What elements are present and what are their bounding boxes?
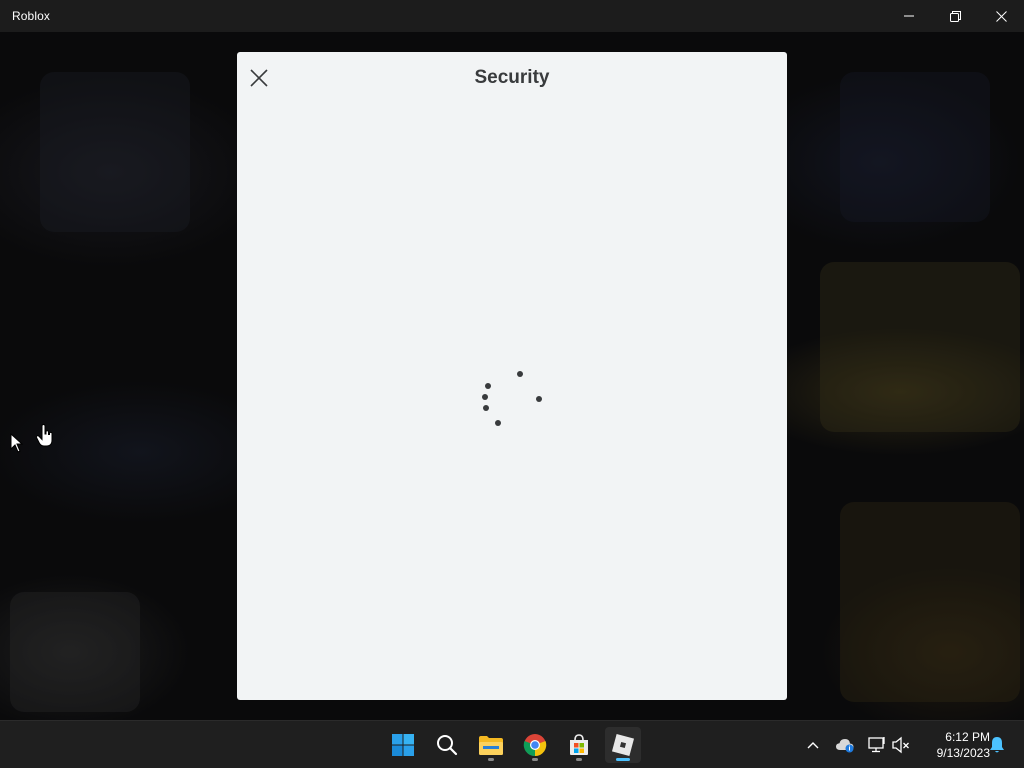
start-button[interactable] [385,727,421,763]
restore-button[interactable] [932,0,978,32]
chevron-up-icon [807,742,819,749]
store-icon [570,734,588,755]
spinner-dot [485,383,491,389]
speaker-muted-icon [892,736,909,754]
clock-time: 6:12 PM [945,730,990,744]
minimize-button[interactable] [886,0,932,32]
folder-icon [479,736,503,755]
close-icon [995,10,1007,22]
chrome-icon [523,734,547,757]
show-hidden-icons-button[interactable] [801,733,825,757]
taskbar: 6:12 PM 9/13/2023 [0,720,1024,768]
bell-icon [990,737,1004,753]
title-bar: Roblox [0,0,1024,32]
search-button[interactable] [429,727,465,763]
roblox-taskbar-button[interactable] [605,727,641,763]
hand-cursor-icon [35,424,53,447]
spinner-dot [482,394,488,400]
running-indicator [488,758,494,761]
spinner-dot [483,405,489,411]
volume-tray-button[interactable] [889,733,913,757]
network-tray-button[interactable] [865,733,889,757]
roblox-icon [611,733,635,757]
clock-date: 9/13/2023 [936,746,990,760]
running-indicator [532,758,538,761]
close-window-button[interactable] [978,0,1024,32]
spinner-dot [536,396,542,402]
spinner-dot [495,420,501,426]
microsoft-store-button[interactable] [561,727,597,763]
spinner-dot [517,371,523,377]
active-indicator [616,758,630,761]
onedrive-tray-button[interactable] [833,733,857,757]
security-dialog: Security [237,52,787,700]
window-title: Roblox [12,9,50,23]
windows-logo-icon [392,734,414,756]
network-icon [868,737,885,753]
system-clock[interactable]: 6:12 PM 9/13/2023 [916,729,990,761]
cloud-icon [836,739,854,753]
pointer-cursor-icon [10,433,24,453]
search-icon [437,735,458,756]
dialog-title: Security [474,67,550,88]
notifications-button[interactable] [985,733,1009,757]
chrome-button[interactable] [517,727,553,763]
roblox-window: Roblox Security [0,0,1024,720]
restore-icon [949,10,961,22]
running-indicator [576,758,582,761]
minimize-icon [904,15,914,17]
loading-spinner [477,366,547,436]
file-explorer-button[interactable] [473,727,509,763]
